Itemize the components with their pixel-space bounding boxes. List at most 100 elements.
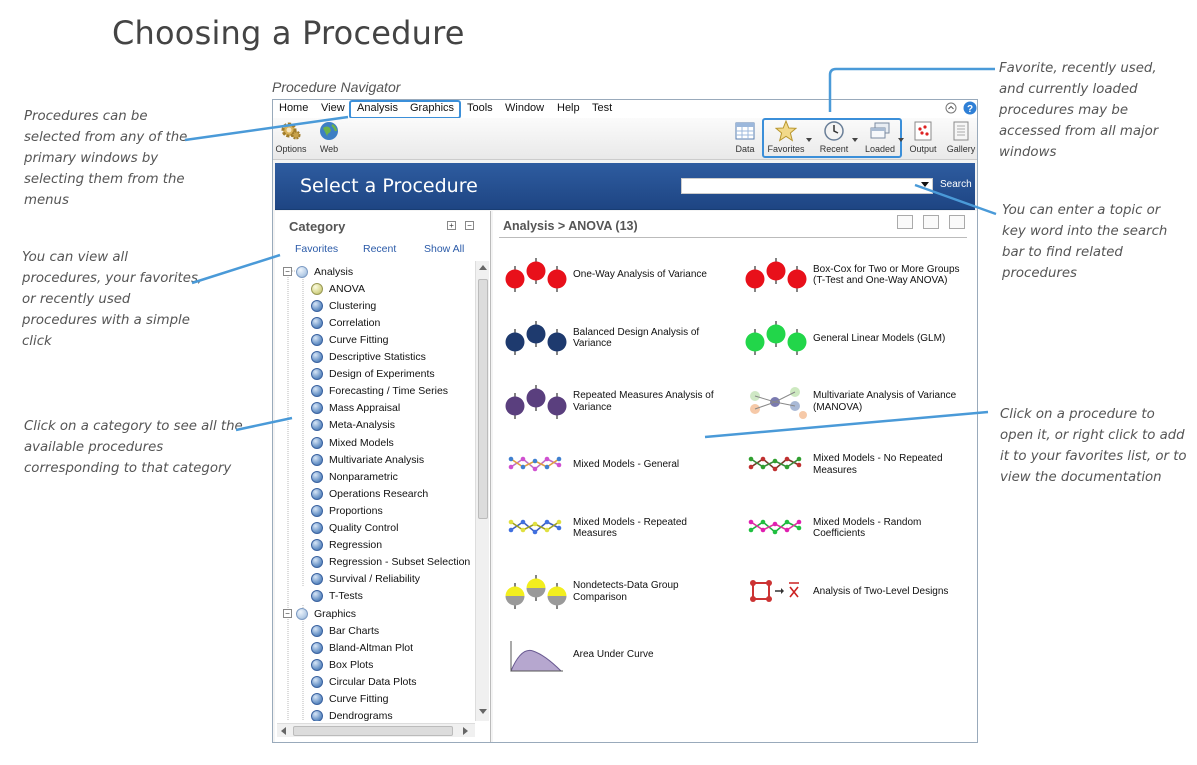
procedure-nondetects-data-group-comparison[interactable]: Nondetects-Data Group Comparison xyxy=(505,572,729,612)
tree-item-operations-research[interactable]: Operations Research xyxy=(311,485,428,502)
help-icon[interactable]: ? xyxy=(963,101,977,115)
loaded-dropdown-icon[interactable] xyxy=(898,138,904,142)
scroll-down-icon[interactable] xyxy=(479,709,487,715)
tree-item-curve-fitting[interactable]: Curve Fitting xyxy=(311,331,389,348)
tree-item-survival-reliability[interactable]: Survival / Reliability xyxy=(311,571,420,588)
menu-window[interactable]: Window xyxy=(505,102,544,114)
procedure-box-cox-for-two-or-more-groups-t-test-and-one-way-anova[interactable]: Box-Cox for Two or More Groups (T-Test a… xyxy=(745,255,969,295)
web-button[interactable]: Web xyxy=(315,120,343,154)
favorites-button[interactable]: Favorites xyxy=(765,120,807,154)
tab-show-all[interactable]: Show All xyxy=(424,243,464,255)
search-button[interactable]: Search xyxy=(940,179,972,190)
detail-view-icon[interactable] xyxy=(923,215,939,229)
tree-item-forecasting-time-series[interactable]: Forecasting / Time Series xyxy=(311,383,448,400)
tree-item-anova[interactable]: ANOVA xyxy=(311,280,365,297)
collapse-group-icon[interactable]: − xyxy=(283,267,292,276)
tree-item-regression[interactable]: Regression xyxy=(311,537,382,554)
procedure-one-way-analysis-of-variance[interactable]: One-Way Analysis of Variance xyxy=(505,255,729,295)
tree-scroll-thumb[interactable] xyxy=(478,279,488,519)
tree-item-bland-altman-plot[interactable]: Bland-Altman Plot xyxy=(311,639,413,656)
category-icon xyxy=(311,710,323,721)
collapse-all-icon[interactable]: − xyxy=(465,221,474,230)
tree-group-analysis[interactable]: − Analysis xyxy=(283,263,353,280)
scroll-up-icon[interactable] xyxy=(479,265,487,271)
options-button[interactable]: Options xyxy=(275,120,307,154)
recent-dropdown-icon[interactable] xyxy=(852,138,858,142)
tree-group-graphics[interactable]: − Graphics xyxy=(283,605,356,622)
tree-horizontal-scrollbar[interactable] xyxy=(277,723,475,737)
tree-item-box-plots[interactable]: Box Plots xyxy=(311,656,373,673)
box-cox-icon xyxy=(745,258,807,292)
recent-label: Recent xyxy=(819,144,849,154)
procedure-mixed-models-no-repeated-measures[interactable]: Mixed Models - No Repeated Measures xyxy=(745,445,969,485)
tree-item-curve-fitting[interactable]: Curve Fitting xyxy=(311,691,389,708)
tree-item-multivariate-analysis[interactable]: Multivariate Analysis xyxy=(311,451,424,468)
menu-home[interactable]: Home xyxy=(279,102,308,114)
output-button[interactable]: Output xyxy=(907,120,939,154)
procedure-analysis-of-two-level-designs[interactable]: Analysis of Two-Level Designs xyxy=(745,572,969,612)
tree-item-proportions[interactable]: Proportions xyxy=(311,502,383,519)
search-dropdown-icon[interactable] xyxy=(921,182,929,187)
manova-icon xyxy=(750,386,807,419)
nondetects-icon xyxy=(505,574,567,609)
tree-item-bar-charts[interactable]: Bar Charts xyxy=(311,622,379,639)
glm-icon xyxy=(745,321,807,356)
tree-item-mixed-models[interactable]: Mixed Models xyxy=(311,434,394,451)
procedure-general-linear-models-glm[interactable]: General Linear Models (GLM) xyxy=(745,318,969,358)
search-input[interactable] xyxy=(681,178,933,194)
loaded-button[interactable]: Loaded xyxy=(863,120,897,154)
scroll-right-icon[interactable] xyxy=(463,727,469,735)
procedure-multivariate-analysis-of-variance-manova[interactable]: Multivariate Analysis of Variance (MANOV… xyxy=(745,382,969,422)
scroll-left-icon[interactable] xyxy=(281,727,287,735)
tree-item-clustering[interactable]: Clustering xyxy=(311,297,376,314)
recent-button[interactable]: Recent xyxy=(817,120,851,154)
tree-item-meta-analysis[interactable]: Meta-Analysis xyxy=(311,417,395,434)
procedure-repeated-measures-analysis-of-variance[interactable]: Repeated Measures Analysis of Variance xyxy=(505,382,729,422)
tab-favorites[interactable]: Favorites xyxy=(295,243,338,255)
menu-tools[interactable]: Tools xyxy=(467,102,493,114)
procedure-mixed-models-repeated-measures[interactable]: Mixed Models - Repeated Measures xyxy=(505,508,729,548)
procedure-label: Box-Cox for Two or More Groups (T-Test a… xyxy=(813,263,960,287)
procedure-mixed-models-general[interactable]: Mixed Models - General xyxy=(505,445,729,485)
procedure-mixed-models-random-coefficients[interactable]: Mixed Models - Random Coefficients xyxy=(745,508,969,548)
menu-view[interactable]: View xyxy=(321,102,345,114)
gallery-button[interactable]: Gallery xyxy=(946,120,976,154)
tree-vertical-scrollbar[interactable] xyxy=(475,261,489,721)
menu-test[interactable]: Test xyxy=(592,102,612,114)
gallery-label: Gallery xyxy=(946,144,976,154)
tree-item-nonparametric[interactable]: Nonparametric xyxy=(311,468,398,485)
options-label: Options xyxy=(275,144,307,154)
tree-item-quality-control[interactable]: Quality Control xyxy=(311,520,398,537)
header-title: Select a Procedure xyxy=(300,175,478,197)
tree-hscroll-thumb[interactable] xyxy=(293,726,453,736)
favorites-dropdown-icon[interactable] xyxy=(806,138,812,142)
procedure-label: Multivariate Analysis of Variance (MANOV… xyxy=(813,390,957,413)
expand-all-icon[interactable]: + xyxy=(447,221,456,230)
tree-item-descriptive-statistics[interactable]: Descriptive Statistics xyxy=(311,349,426,366)
tree-item-regression-subset-selection[interactable]: Regression - Subset Selection xyxy=(311,554,470,571)
category-icon xyxy=(311,573,323,586)
collapse-ribbon-icon[interactable] xyxy=(945,102,957,114)
category-icon xyxy=(311,419,323,432)
tab-recent[interactable]: Recent xyxy=(363,243,396,255)
tree-item-circular-data-plots[interactable]: Circular Data Plots xyxy=(311,673,417,690)
category-icon xyxy=(311,658,323,671)
menu-help[interactable]: Help xyxy=(557,102,580,114)
page-title: Choosing a Procedure xyxy=(112,14,465,52)
category-icon xyxy=(311,299,323,312)
tree-item-correlation[interactable]: Correlation xyxy=(311,314,380,331)
tree-item-mass-appraisal[interactable]: Mass Appraisal xyxy=(311,400,400,417)
tree-item-t-tests[interactable]: T-Tests xyxy=(311,588,363,605)
icon-view-icon[interactable] xyxy=(949,215,965,229)
procedure-area-under-curve[interactable]: Area Under Curve xyxy=(505,635,729,675)
collapse-group-icon[interactable]: − xyxy=(283,609,292,618)
tree-item-dendrograms[interactable]: Dendrograms xyxy=(311,708,393,721)
tree-item-design-of-experiments[interactable]: Design of Experiments xyxy=(311,366,435,383)
procedure-label: Analysis of Two-Level Designs xyxy=(813,585,949,597)
category-group-icon xyxy=(296,607,308,620)
category-icon xyxy=(311,385,323,398)
procedure-balanced-design-analysis-of-variance[interactable]: Balanced Design Analysis of Variance xyxy=(505,318,729,358)
data-button[interactable]: Data xyxy=(733,120,757,154)
tree-item-label: Dendrograms xyxy=(329,710,393,721)
list-view-icon[interactable] xyxy=(897,215,913,229)
